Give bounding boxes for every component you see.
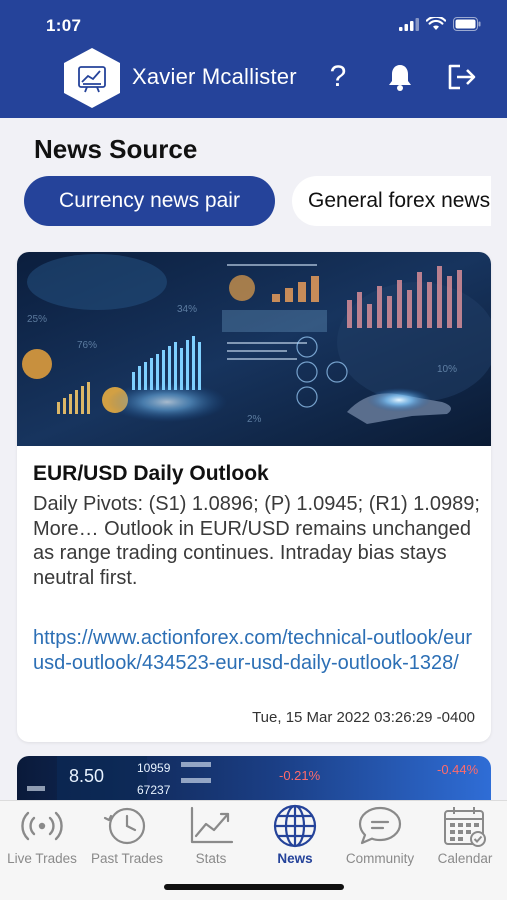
- live-trades-icon: [21, 811, 63, 841]
- calendar-icon: [444, 807, 486, 847]
- nav-live-trades[interactable]: Live Trades: [0, 805, 84, 869]
- nav-calendar[interactable]: Calendar: [423, 805, 507, 869]
- news-card[interactable]: 25% 76% 34% 10% 2% EUR/USD Daily Outlook D…: [17, 252, 491, 742]
- news-card-next-image: 8.50 10959 67237 -0.21% -0.44%: [17, 756, 491, 800]
- nav-label: Live Trades: [7, 851, 77, 866]
- bell-icon: [389, 65, 411, 91]
- nav-community[interactable]: Community: [338, 805, 422, 869]
- tab-general-forex-news[interactable]: General forex news: [292, 176, 491, 226]
- news-description: Daily Pivots: (S1) 1.0896; (P) 1.0945; (…: [33, 493, 480, 589]
- status-time: 1:07: [46, 16, 82, 35]
- ticker-value: -0.21%: [279, 768, 321, 783]
- nav-past-trades[interactable]: Past Trades: [85, 805, 169, 869]
- logout-icon: [448, 64, 476, 90]
- news-content[interactable]: News Source Currency news pair General f…: [0, 118, 507, 800]
- tab-currency-news-pair[interactable]: Currency news pair: [24, 176, 275, 226]
- news-card-image: 25% 76% 34% 10% 2%: [17, 252, 491, 446]
- nav-label: Past Trades: [90, 851, 164, 866]
- ticker-value: 10959: [137, 761, 171, 775]
- news-card-next[interactable]: 8.50 10959 67237 -0.21% -0.44%: [17, 756, 491, 800]
- nav-stats[interactable]: Stats: [169, 805, 253, 869]
- nav-label: Calendar: [437, 851, 493, 866]
- page-title: News Source: [34, 134, 198, 164]
- svg-text:34%: 34%: [177, 304, 197, 315]
- notifications-button[interactable]: [385, 62, 415, 92]
- stats-icon: [190, 806, 234, 844]
- ticker-value: 8.50: [69, 766, 104, 786]
- logout-button[interactable]: [447, 62, 477, 92]
- wifi-icon: [426, 17, 446, 30]
- nav-label: News: [277, 851, 313, 866]
- ticker-value: 67237: [137, 783, 171, 797]
- svg-text:2%: 2%: [247, 414, 262, 425]
- home-indicator: [164, 884, 344, 890]
- app-logo: [64, 48, 120, 108]
- nav-label: Stats: [195, 851, 227, 866]
- news-link[interactable]: https://www.actionforex.com/technical-ou…: [33, 626, 481, 675]
- user-name: Xavier Mcallister: [132, 64, 297, 89]
- status-bar: 1:07: [0, 0, 507, 44]
- nav-label: Community: [345, 851, 415, 866]
- help-icon: ?: [329, 60, 347, 93]
- svg-text:25%: 25%: [27, 314, 47, 325]
- news-tabs: Currency news pair General forex news: [24, 175, 491, 227]
- past-trades-icon: [103, 807, 146, 845]
- app-header: 1:07 Xavier Mcallister ?: [0, 0, 507, 118]
- help-button[interactable]: ?: [323, 60, 353, 93]
- nav-news[interactable]: News: [253, 804, 337, 869]
- signal-icon: [399, 17, 419, 31]
- status-icons: [399, 17, 481, 31]
- ticker-value: -0.44%: [437, 762, 479, 777]
- news-globe-icon: [273, 804, 317, 848]
- svg-text:10%: 10%: [437, 364, 457, 375]
- community-chat-icon: [358, 806, 402, 845]
- svg-text:76%: 76%: [77, 340, 97, 351]
- news-title: EUR/USD Daily Outlook: [33, 462, 269, 485]
- battery-icon: [453, 17, 481, 31]
- news-date: Tue, 15 Mar 2022 03:26:29 -0400: [252, 709, 475, 726]
